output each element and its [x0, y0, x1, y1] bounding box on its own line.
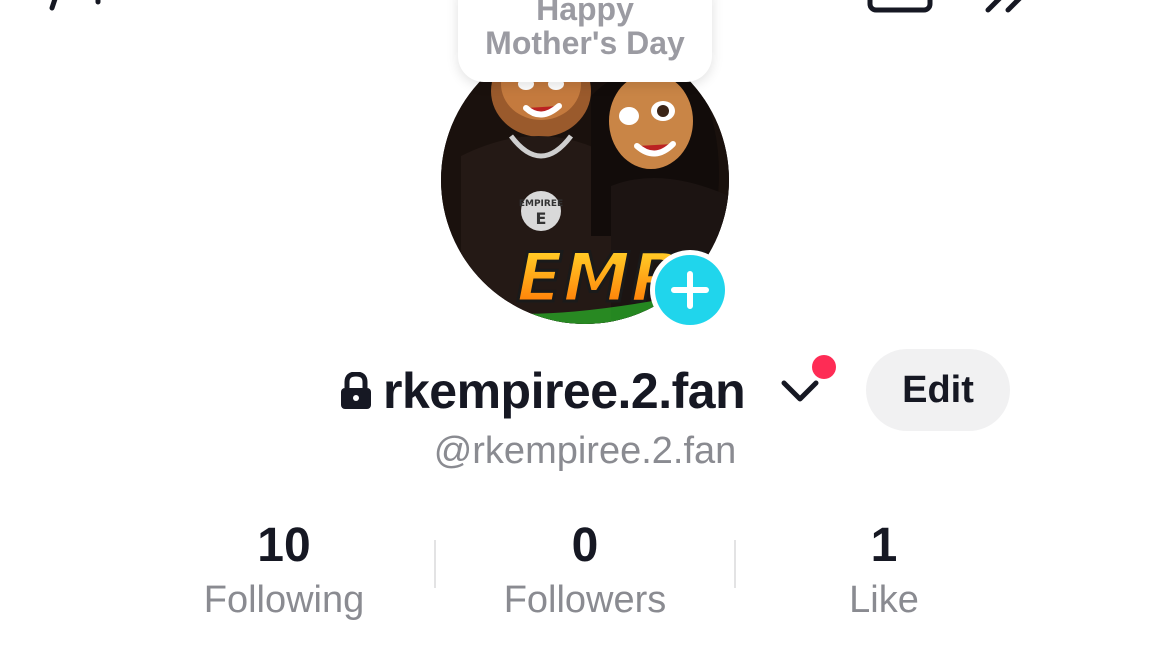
profile-display-name: rkempiree.2.fan — [383, 363, 746, 419]
stat-followers-value: 0 — [571, 519, 599, 572]
stat-followers-label: Followers — [503, 579, 667, 621]
calendar-icon[interactable] — [867, 0, 933, 13]
pendant-text: EMPIREE — [519, 199, 563, 209]
plus-icon — [671, 271, 709, 309]
profile-note-bubble[interactable]: Happy Mother's Day — [458, 0, 712, 82]
edit-profile-button[interactable]: Edit — [866, 349, 1010, 431]
add-story-button[interactable] — [650, 250, 730, 330]
note-line-2: Mother's Day — [485, 25, 685, 61]
chevron-down-icon[interactable] — [780, 375, 820, 407]
note-line-1: Happy — [536, 0, 634, 27]
pencil-icon[interactable] — [985, 0, 1030, 13]
notification-dot — [812, 355, 836, 379]
stat-followers[interactable]: 0 Followers — [435, 520, 735, 624]
profile-handle: @rkempiree.2.fan — [433, 430, 737, 472]
add-friends-icon[interactable] — [40, 0, 130, 12]
stat-likes-value: 1 — [870, 519, 898, 572]
stat-following-value: 10 — [257, 519, 311, 572]
stat-following[interactable]: 10 Following — [134, 520, 434, 624]
top-right-icons — [867, 0, 1030, 13]
stat-likes-label: Like — [849, 579, 919, 621]
stat-following-label: Following — [203, 579, 365, 621]
lock-icon — [341, 372, 371, 409]
svg-text:E: E — [536, 209, 547, 228]
stat-likes[interactable]: 1 Like — [734, 520, 1034, 624]
